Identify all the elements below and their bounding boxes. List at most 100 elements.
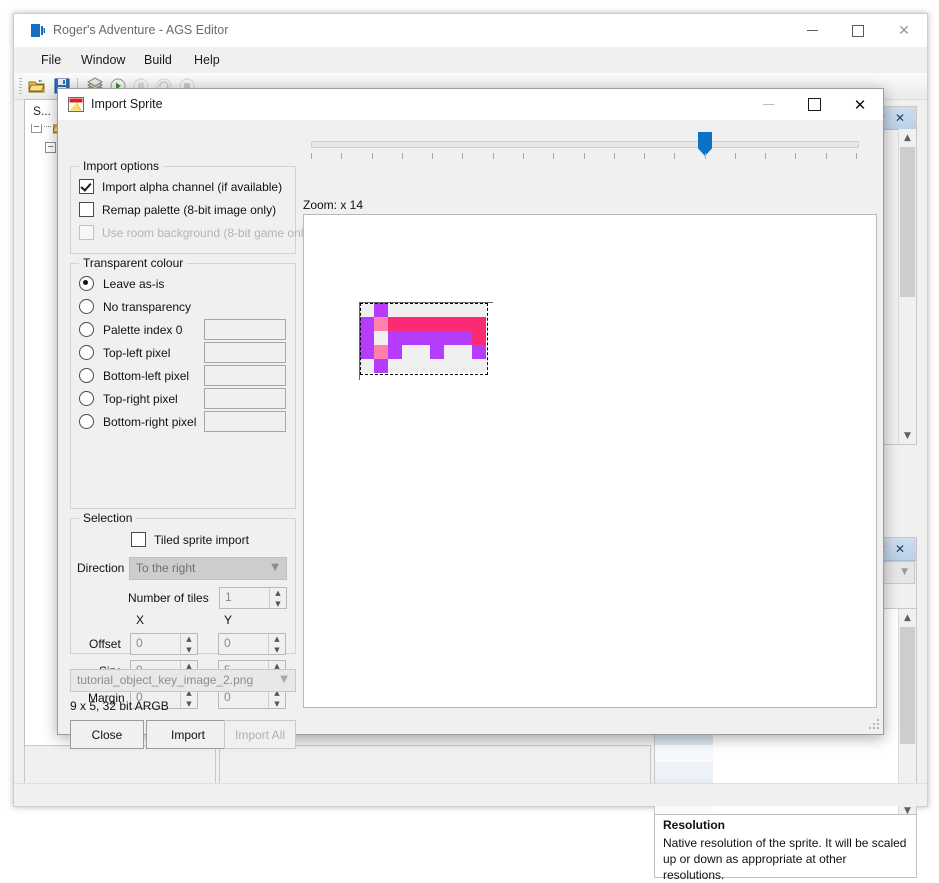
number-of-tiles-label: Number of tiles [128, 591, 209, 605]
tree-expander-icon[interactable]: − [45, 141, 56, 153]
close-icon[interactable]: ✕ [892, 110, 908, 126]
sprite-pixel [430, 317, 444, 331]
offset-label: Offset [89, 637, 121, 651]
import-alpha-channel-checkbox[interactable] [79, 179, 94, 194]
stepper-up-icon[interactable]: ▲ [270, 588, 286, 597]
menu-build[interactable]: Build [135, 51, 181, 70]
menu-help[interactable]: Help [185, 51, 229, 70]
zoom-tick [735, 153, 736, 159]
dialog-title: Import Sprite [91, 97, 163, 111]
import-alpha-channel-row[interactable]: Import alpha channel (if available) [79, 179, 282, 194]
toolbar-grip[interactable] [19, 78, 22, 94]
number-of-tiles-stepper[interactable]: 1 ▲ ▼ [219, 587, 287, 609]
resize-grip-dot [873, 723, 875, 725]
close-icon: ✕ [853, 95, 867, 114]
scroll-thumb[interactable] [900, 627, 915, 744]
sprite-pixel [472, 303, 486, 317]
remap-palette-checkbox[interactable] [79, 202, 94, 217]
tree-connector [44, 126, 51, 128]
scroll-up-icon[interactable]: ▲ [899, 609, 916, 626]
offset-y-stepper[interactable]: 0 ▲ ▼ [218, 633, 286, 655]
use-room-background-label: Use room background (8-bit game only) [102, 225, 314, 240]
chevron-down-icon: ▼ [280, 674, 288, 685]
sprite-preview-pane[interactable] [303, 214, 877, 708]
menu-window[interactable]: Window [72, 51, 134, 70]
property-row[interactable] [655, 762, 916, 779]
stepper-down-icon[interactable]: ▼ [181, 699, 197, 708]
label-bottom-right-pixel: Bottom-right pixel [103, 414, 197, 429]
app-close-button[interactable]: ✕ [881, 14, 927, 47]
transparent-option-bottom-left-pixel[interactable]: Bottom-left pixel [79, 368, 189, 383]
zoom-tick [795, 153, 796, 159]
use-room-background-checkbox [79, 225, 94, 240]
swatch-top-left-pixel [204, 342, 286, 363]
sprite-pixel [458, 303, 472, 317]
property-description-pane: Resolution Native resolution of the spri… [654, 814, 917, 882]
scroll-thumb[interactable] [900, 147, 915, 297]
resize-grip-dot [877, 723, 879, 725]
remap-palette-row[interactable]: Remap palette (8-bit image only) [79, 202, 276, 217]
sprite-pixel [416, 317, 430, 331]
tiled-sprite-import-checkbox[interactable] [131, 532, 146, 547]
dialog-close-button[interactable]: ✕ [837, 89, 883, 120]
stepper-down-icon[interactable]: ▼ [270, 599, 286, 608]
radio-top-left-pixel[interactable] [79, 345, 94, 360]
stepper-buttons[interactable]: ▲ ▼ [180, 634, 197, 654]
label-top-right-pixel: Top-right pixel [103, 391, 178, 406]
menu-file[interactable]: File [32, 51, 70, 70]
radio-top-right-pixel[interactable] [79, 391, 94, 406]
sprite-pixel [458, 317, 472, 331]
app-minimize-button[interactable] [789, 14, 835, 47]
radio-bottom-right-pixel[interactable] [79, 414, 94, 429]
transparent-option-leave-as-is[interactable]: Leave as-is [79, 276, 164, 291]
offset-x-stepper[interactable]: 0 ▲ ▼ [130, 633, 198, 655]
zoom-tick [432, 153, 433, 159]
dialog-resize-grip[interactable] [868, 719, 880, 731]
transparent-option-top-right-pixel[interactable]: Top-right pixel [79, 391, 178, 406]
label-palette-index-0: Palette index 0 [103, 322, 183, 337]
transparent-option-palette-index-0[interactable]: Palette index 0 [79, 322, 182, 337]
radio-palette-index-0[interactable] [79, 322, 94, 337]
sprite-pixel [472, 317, 486, 331]
sprite-pixel [430, 359, 444, 373]
right-dock-top-scrollbar[interactable]: ▲ ▼ [898, 129, 916, 444]
close-icon[interactable]: ✕ [892, 541, 908, 557]
stepper-down-icon[interactable]: ▼ [269, 645, 285, 654]
sprite-pixel [472, 331, 486, 345]
sprite-pixel [374, 345, 388, 359]
close-button[interactable]: Close [70, 720, 144, 749]
sprite-pixel [388, 317, 402, 331]
scroll-down-icon[interactable]: ▼ [899, 427, 916, 444]
radio-leave-as-is[interactable] [79, 276, 94, 291]
close-icon: ✕ [898, 22, 910, 39]
source-file-combo[interactable]: tutorial_object_key_image_2.png ▼ [70, 669, 296, 692]
zoom-tick [614, 153, 615, 159]
tiled-sprite-import-row[interactable]: Tiled sprite import [131, 532, 249, 547]
radio-bottom-left-pixel[interactable] [79, 368, 94, 383]
transparent-option-no-transparency[interactable]: No transparency [79, 299, 191, 314]
transparent-option-bottom-right-pixel[interactable]: Bottom-right pixel [79, 414, 196, 429]
dialog-body: Import options Import alpha channel (if … [58, 120, 883, 749]
stepper-buttons[interactable]: ▲ ▼ [269, 588, 286, 608]
stepper-down-icon[interactable]: ▼ [269, 699, 285, 708]
stepper-down-icon[interactable]: ▼ [181, 645, 197, 654]
transparent-colour-legend: Transparent colour [79, 256, 188, 270]
property-row[interactable] [655, 745, 916, 762]
chevron-down-icon: ▼ [901, 567, 908, 577]
import-button[interactable]: Import [146, 720, 230, 749]
app-maximize-button[interactable] [835, 14, 881, 47]
direction-label: Direction [77, 561, 125, 575]
sprite-pixel [402, 331, 416, 345]
open-folder-icon[interactable] [28, 77, 46, 95]
scroll-up-icon[interactable]: ▲ [899, 129, 916, 146]
dialog-maximize-button[interactable] [791, 89, 837, 120]
zoom-slider-ticks [311, 153, 857, 160]
stepper-buttons[interactable]: ▲ ▼ [268, 634, 285, 654]
property-description-title: Resolution [663, 818, 725, 832]
stepper-up-icon[interactable]: ▲ [181, 634, 197, 643]
transparent-option-top-left-pixel[interactable]: Top-left pixel [79, 345, 170, 360]
zoom-slider-track[interactable] [311, 141, 859, 148]
stepper-up-icon[interactable]: ▲ [269, 634, 285, 643]
sprite-pixel [416, 331, 430, 345]
radio-no-transparency[interactable] [79, 299, 94, 314]
